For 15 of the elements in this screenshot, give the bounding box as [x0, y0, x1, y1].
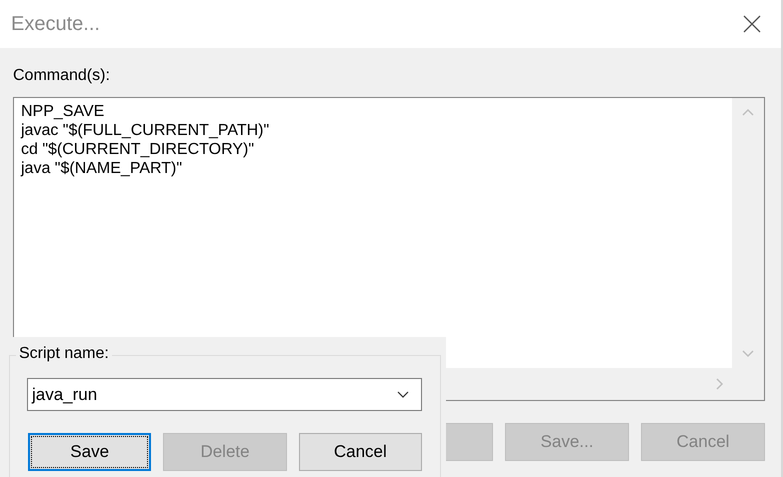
command-line: javac "$(FULL_CURRENT_PATH)" [21, 121, 270, 140]
command-line: NPP_SAVE [21, 102, 104, 121]
commands-label: Command(s): [13, 66, 111, 86]
command-line: java "$(NAME_PART)" [21, 159, 182, 178]
dropdown-icon[interactable] [397, 391, 409, 398]
scroll-down-icon[interactable] [742, 350, 754, 358]
script-name-combo[interactable]: java_run [27, 378, 422, 411]
close-icon[interactable] [743, 15, 761, 33]
scroll-up-icon[interactable] [742, 108, 754, 116]
window-title: Execute... [11, 12, 100, 36]
group-label: Script name: [16, 345, 112, 363]
command-line: cd "$(CURRENT_DIRECTORY)" [21, 140, 254, 159]
dialog-button[interactable]: Save [28, 433, 152, 471]
dialog-button[interactable]: Cancel [298, 433, 422, 471]
scroll-right-icon[interactable] [716, 378, 724, 390]
